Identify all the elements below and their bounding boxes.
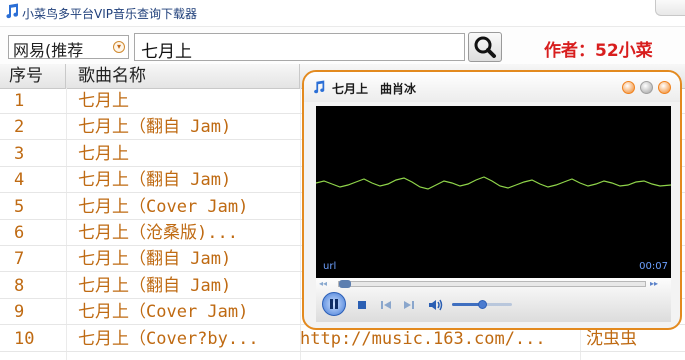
previous-icon[interactable] <box>379 299 393 311</box>
waveform-line <box>316 176 671 190</box>
song-title: 七月上（Cover?by... <box>78 328 259 349</box>
player-controls: ◂◂ ▸▸ <box>316 278 671 322</box>
app-title: 小菜鸟多平台VIP音乐查询下载器 <box>22 7 197 21</box>
row-number: 1 <box>14 91 25 111</box>
music-note-icon <box>314 80 325 94</box>
row-number: 9 <box>14 302 25 323</box>
pause-icon <box>330 299 338 309</box>
row-number: 3 <box>14 143 25 164</box>
source-select-value: 网易(推荐 <box>13 41 84 60</box>
search-input[interactable]: 七月上 <box>134 33 465 62</box>
player-artist: 曲肖冰 <box>380 82 417 96</box>
row-number: 8 <box>14 275 25 296</box>
source-select[interactable]: 网易(推荐 ▾ <box>8 35 129 60</box>
column-header-number[interactable]: 序号 <box>0 64 66 88</box>
player-song-title: 七月上 <box>332 82 369 96</box>
stop-icon[interactable] <box>356 299 368 311</box>
song-title: 七月上（翻自 Jam) <box>78 275 232 296</box>
search-button[interactable] <box>468 32 502 62</box>
song-title: 七月上（翻自 Jam) <box>78 117 232 138</box>
pause-button[interactable] <box>322 292 346 316</box>
minimize-button[interactable] <box>622 81 635 94</box>
row-number: 6 <box>14 223 25 243</box>
volume-thumb[interactable] <box>478 300 487 309</box>
rewind-icon[interactable]: ◂◂ <box>319 279 327 288</box>
song-title: 七月上（翻自 Jam) <box>78 170 232 191</box>
song-title: 七月上 <box>78 143 129 164</box>
time-display: 00:07 <box>639 261 668 272</box>
song-title: 七月上（沧桑版)... <box>78 223 238 243</box>
author-label: 作者：52小菜 <box>544 41 653 61</box>
volume-slider[interactable] <box>452 300 512 309</box>
close-button[interactable] <box>658 81 671 94</box>
visualizer-area: url 00:07 <box>316 106 671 278</box>
song-title: 七月上（翻自 Jam) <box>78 249 232 270</box>
row-number: 5 <box>14 196 25 217</box>
title-bar: 小菜鸟多平台VIP音乐查询下载器 <box>0 0 685 26</box>
fast-forward-icon[interactable]: ▸▸ <box>650 279 658 288</box>
url-label: url <box>323 261 337 272</box>
player-window: 七月上 曲肖冰 url 00:07 ◂◂ ▸▸ <box>302 70 682 330</box>
waveform-display <box>316 176 671 190</box>
song-title: 七月上（Cover Jam) <box>78 196 249 217</box>
seek-thumb[interactable] <box>339 280 351 288</box>
song-title: 七月上 <box>78 91 129 111</box>
music-note-icon <box>6 3 19 19</box>
search-icon <box>474 36 496 58</box>
seek-bar[interactable] <box>338 280 646 288</box>
column-header-title[interactable]: 歌曲名称 <box>66 64 300 88</box>
toolbar: 网易(推荐 ▾ 七月上 作者：52小菜 <box>0 26 685 65</box>
row-number: 4 <box>14 170 25 191</box>
row-number: 2 <box>14 117 25 138</box>
song-title: 七月上（Cover Jam) <box>78 302 249 323</box>
search-input-value: 七月上 <box>141 42 192 62</box>
player-title-bar: 七月上 曲肖冰 <box>304 72 680 102</box>
volume-icon[interactable] <box>428 298 444 312</box>
row-number: 7 <box>14 249 25 270</box>
window-button[interactable] <box>655 0 685 16</box>
next-icon[interactable] <box>402 299 416 311</box>
chevron-down-icon[interactable]: ▾ <box>113 41 125 53</box>
row-number: 10 <box>14 328 35 349</box>
maximize-button[interactable] <box>640 81 653 94</box>
